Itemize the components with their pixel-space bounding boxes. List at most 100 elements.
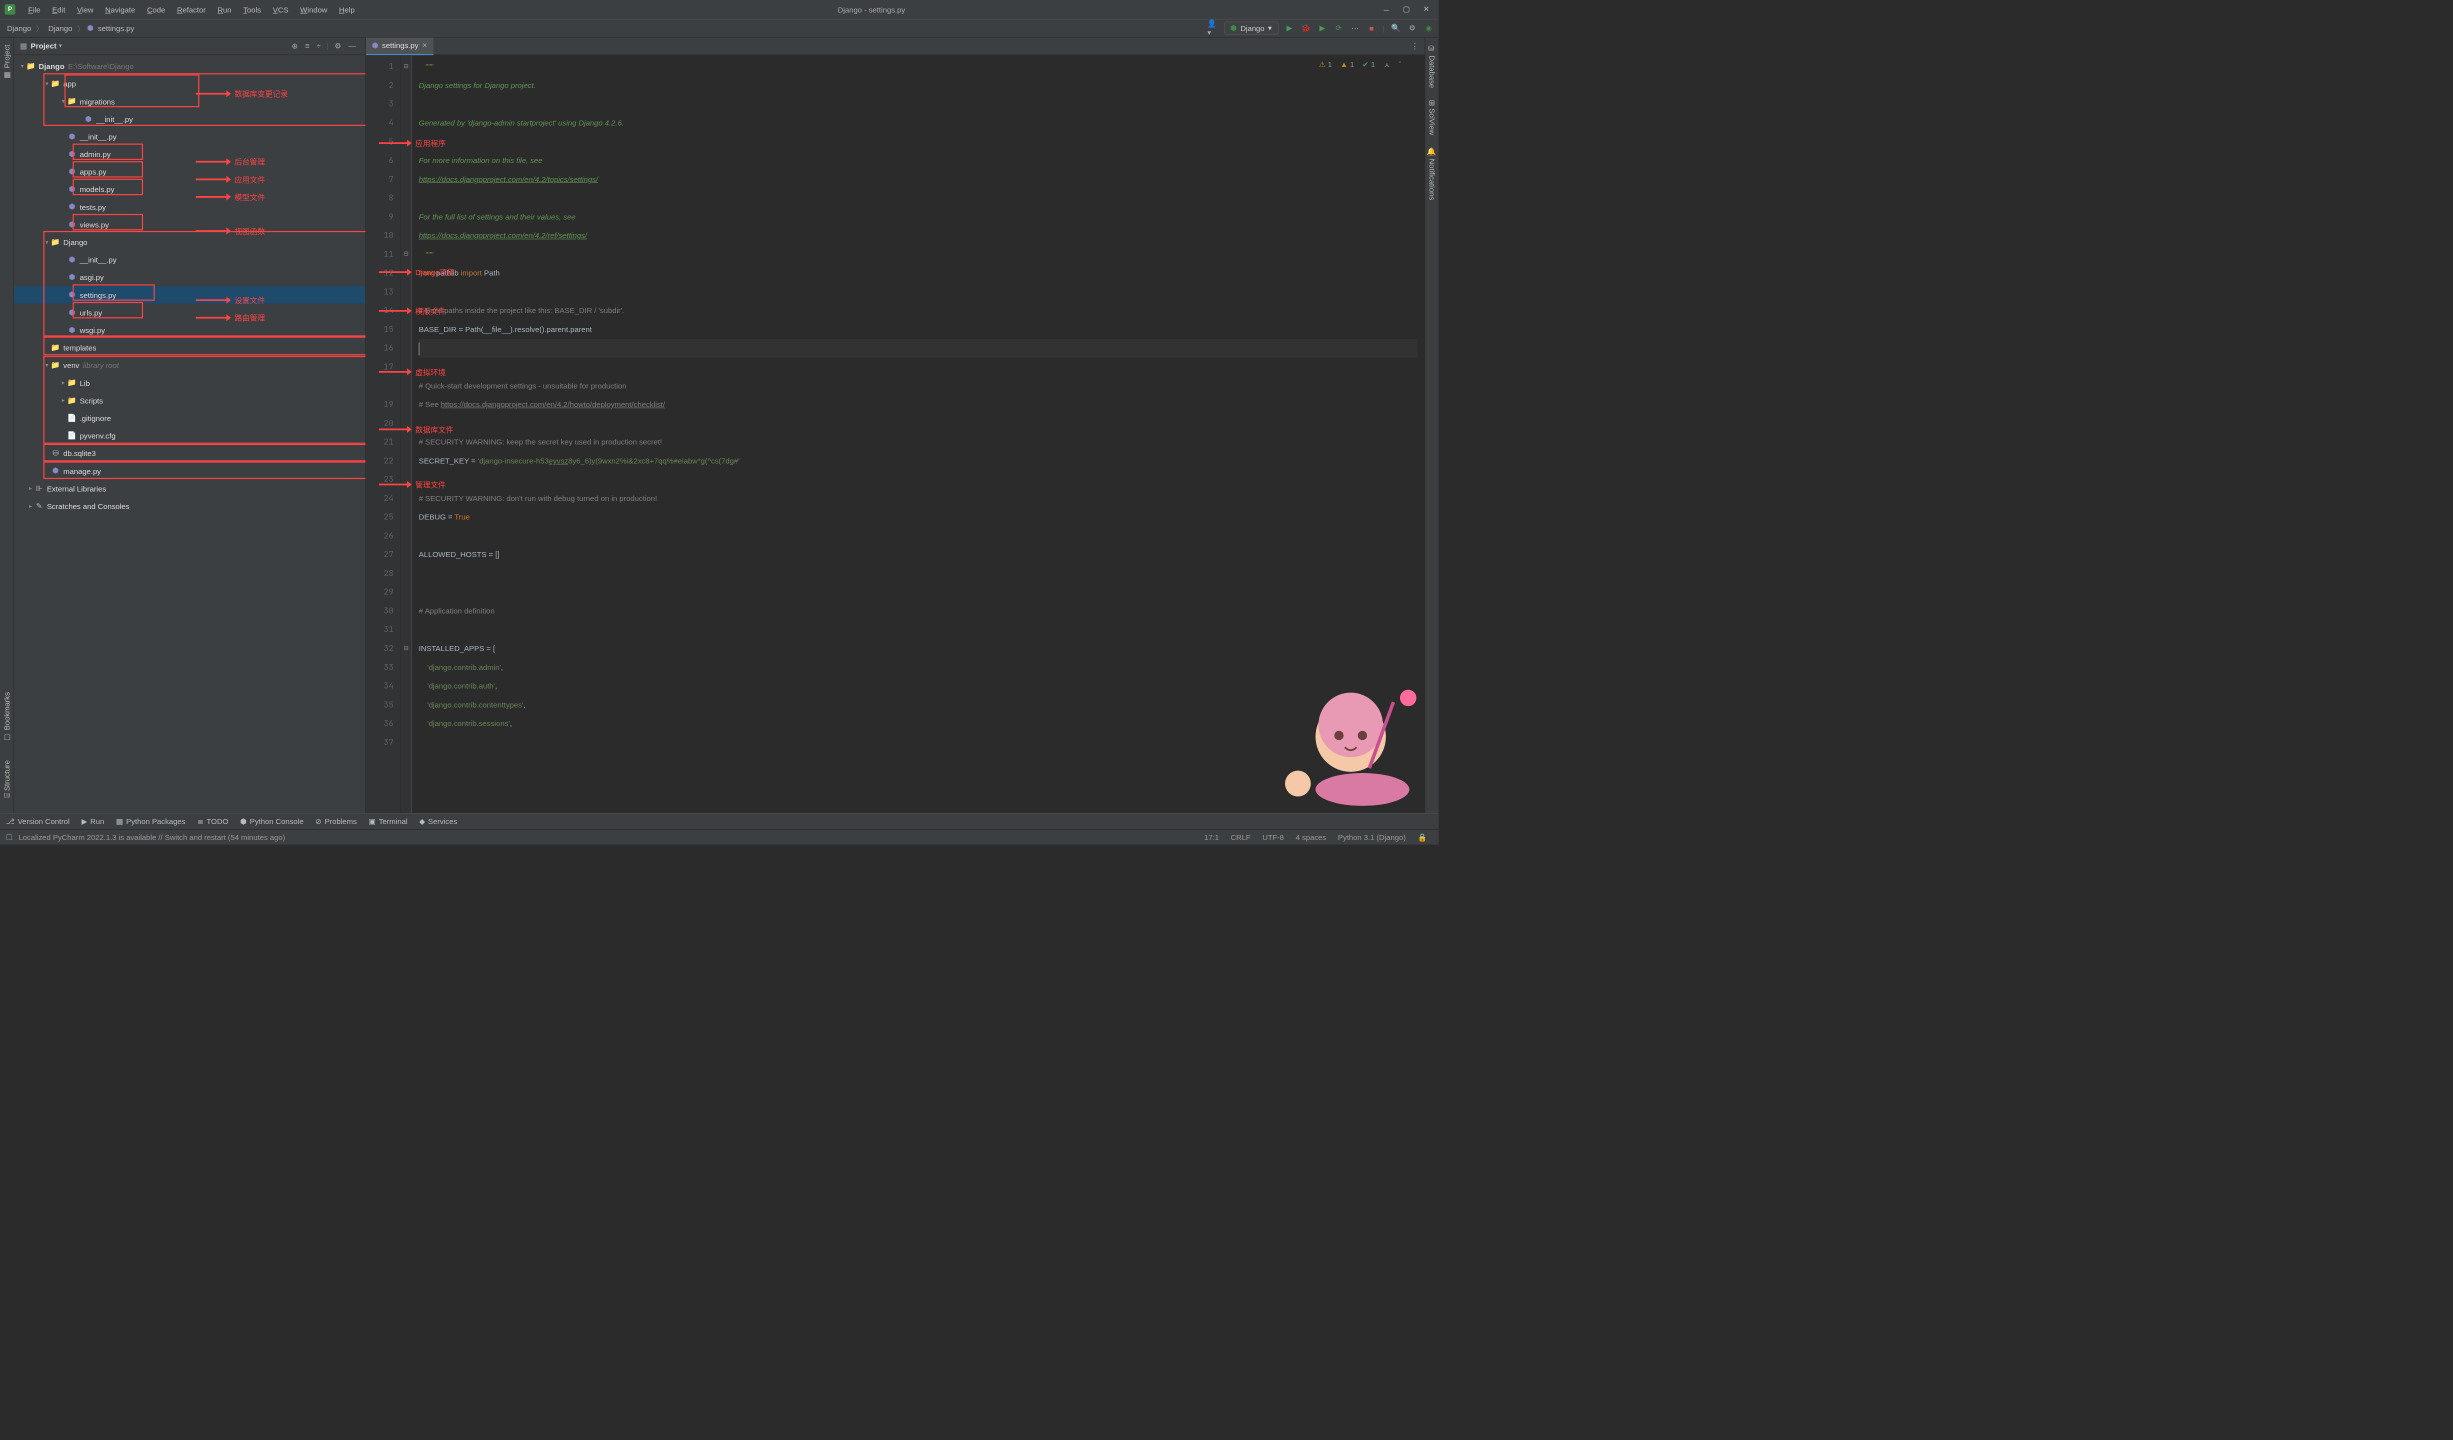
navigation-bar: Django 〉 Django 〉 ⬢ settings.py 👤▾ ⬢ Dja… — [0, 19, 1439, 38]
tab-more-icon[interactable]: ⋮ — [1405, 41, 1424, 50]
tree-item[interactable]: ▾📁venvlibrary root — [14, 357, 365, 375]
window-title: Django - settings.py — [361, 5, 1383, 14]
project-tool-button[interactable]: ▦ Project — [2, 41, 11, 83]
hide-icon[interactable]: — — [348, 42, 356, 51]
python-file-icon: ⬢ — [372, 41, 379, 50]
tree-item[interactable]: 📄.gitignore — [14, 409, 365, 427]
debug-icon[interactable]: 🐞 — [1301, 23, 1312, 32]
inspection-widget[interactable]: ⚠ 1 ▲ 1 ✔ 1 ㅅˇ — [1319, 59, 1401, 70]
status-message[interactable]: Localized PyCharm 2022.1.3 is available … — [13, 833, 291, 842]
app-logo-icon: P — [5, 4, 16, 15]
stop-icon[interactable]: ■ — [1366, 24, 1377, 33]
terminal-button[interactable]: ▣ Terminal — [369, 817, 408, 826]
lock-icon[interactable]: 🔒 — [1412, 833, 1433, 842]
breadcrumb-folder[interactable]: Django — [46, 24, 75, 33]
expand-icon[interactable]: ≡ — [305, 42, 309, 51]
python-console-button[interactable]: ⬢ Python Console — [240, 817, 303, 826]
indent-setting[interactable]: 4 spaces — [1290, 833, 1332, 842]
menu-vcs[interactable]: VCS — [267, 5, 294, 14]
tree-item[interactable]: ▸📁Scripts — [14, 392, 365, 410]
database-tool-button[interactable]: ⛁ Database — [1428, 41, 1437, 92]
breadcrumb-root[interactable]: Django — [5, 24, 34, 33]
breadcrumb-file[interactable]: settings.py — [95, 24, 136, 33]
tree-item[interactable]: ⬢views.py — [14, 216, 365, 234]
search-icon[interactable]: 🔍 — [1391, 23, 1402, 32]
tree-item[interactable]: ⬢admin.py — [14, 145, 365, 163]
tree-item[interactable]: ⬢manage.py — [14, 462, 365, 480]
tree-item[interactable]: ⬢urls.py — [14, 304, 365, 322]
python-file-icon: ⬢ — [87, 23, 94, 32]
problems-button[interactable]: ⊘ Problems — [315, 817, 357, 826]
coverage-icon[interactable]: ▶ — [1317, 23, 1328, 32]
todo-button[interactable]: ≣ TODO — [197, 817, 228, 826]
tree-item[interactable]: ⬢apps.py — [14, 163, 365, 181]
python-packages-button[interactable]: ▦ Python Packages — [116, 817, 185, 826]
tree-item[interactable]: ▸✎Scratches and Consoles — [14, 497, 365, 515]
version-control-button[interactable]: ⎇ Version Control — [6, 817, 70, 826]
tree-item[interactable]: ⬢tests.py — [14, 198, 365, 216]
code-editor[interactable]: """Django settings for Django project.Ge… — [412, 55, 1425, 813]
target-icon[interactable]: ⊕ — [292, 41, 298, 50]
collapse-icon[interactable]: ÷ — [317, 42, 321, 51]
tree-item[interactable]: ⬢settings.py — [14, 286, 365, 304]
more-run-icon[interactable]: ⋯ — [1350, 23, 1361, 32]
ide-logo-icon[interactable]: ◉ — [1423, 23, 1434, 32]
editor-tab-settings[interactable]: ⬢ settings.py ✕ — [366, 38, 433, 55]
run-config-selector[interactable]: ⬢ Django ▾ — [1224, 22, 1279, 35]
menu-window[interactable]: Window — [294, 5, 333, 14]
gear-icon[interactable]: ⚙ — [335, 41, 342, 50]
editor-tab-bar: ⬢ settings.py ✕ ⋮ — [366, 38, 1425, 56]
tree-item[interactable]: ⬢__init__.py — [14, 128, 365, 146]
menu-edit[interactable]: Edit — [46, 5, 71, 14]
close-icon[interactable]: ✕ — [1422, 5, 1430, 13]
bottom-tool-bar: ⎇ Version Control ▶ Run ▦ Python Package… — [0, 813, 1439, 829]
project-panel-title[interactable]: Project — [31, 42, 57, 51]
services-button[interactable]: ◆ Services — [419, 817, 457, 826]
tree-root[interactable]: ▾ 📁 Django E:\Software\Django — [14, 57, 365, 75]
menu-help[interactable]: Help — [333, 5, 360, 14]
tree-item[interactable]: 📁templates — [14, 339, 365, 357]
profile-icon[interactable]: ⟳ — [1333, 23, 1344, 32]
notifications-tool-button[interactable]: 🔔 Notifications — [1428, 144, 1437, 204]
menu-run[interactable]: Run — [212, 5, 238, 14]
tree-item[interactable]: 📄pyvenv.cfg — [14, 427, 365, 445]
menu-refactor[interactable]: Refactor — [171, 5, 212, 14]
menu-code[interactable]: Code — [141, 5, 171, 14]
structure-tool-button[interactable]: ⌸ Structure — [2, 756, 11, 801]
tree-item[interactable]: ⬢__init__.py — [14, 110, 365, 128]
interpreter[interactable]: Python 3.1 (Django) — [1332, 833, 1412, 842]
cursor-position[interactable]: 17:1 — [1198, 833, 1225, 842]
run-icon[interactable]: ▶ — [1284, 23, 1295, 32]
right-tool-strip: ⛁ Database ⊞ SciView 🔔 Notifications — [1425, 38, 1439, 813]
sciview-tool-button[interactable]: ⊞ SciView — [1428, 96, 1437, 139]
status-event-icon[interactable]: ☐ — [6, 833, 13, 842]
menu-file[interactable]: File — [22, 5, 46, 14]
close-tab-icon[interactable]: ✕ — [422, 42, 427, 50]
tree-item[interactable]: ▾📁Django — [14, 233, 365, 251]
tree-item[interactable]: ⛁db.sqlite3 — [14, 445, 365, 463]
tree-item[interactable]: ▸📁Lib — [14, 374, 365, 392]
run-tool-button[interactable]: ▶ Run — [81, 817, 104, 826]
menu-tools[interactable]: Tools — [237, 5, 267, 14]
tree-item[interactable]: ⬢asgi.py — [14, 269, 365, 287]
menu-view[interactable]: View — [71, 5, 99, 14]
bookmarks-tool-button[interactable]: ☐ Bookmarks — [2, 689, 11, 745]
maximize-icon[interactable]: ▢ — [1402, 5, 1410, 13]
menu-navigate[interactable]: Navigate — [99, 5, 141, 14]
left-tool-strip: ▦ Project ☐ Bookmarks ⌸ Structure — [0, 38, 14, 813]
file-encoding[interactable]: UTF-8 — [1256, 833, 1289, 842]
line-number-gutter[interactable]: 1234567891011121314151617192021222324252… — [366, 55, 401, 813]
user-icon[interactable]: 👤▾ — [1207, 19, 1218, 38]
project-tree[interactable]: ▾ 📁 Django E:\Software\Django ▾📁app▾📁mig… — [14, 55, 365, 813]
tree-item[interactable]: ⬢__init__.py — [14, 251, 365, 269]
minimize-icon[interactable]: ─ — [1382, 5, 1390, 13]
tree-item[interactable]: ⬢models.py — [14, 181, 365, 199]
tree-item[interactable]: ▾📁migrations — [14, 93, 365, 111]
tree-item[interactable]: ▾📁app — [14, 75, 365, 93]
tree-item[interactable]: ⬢wsgi.py — [14, 321, 365, 339]
settings-icon[interactable]: ⚙ — [1407, 23, 1418, 32]
tree-item[interactable]: ▸⊪External Libraries — [14, 480, 365, 498]
project-panel: ▦ Project ▾ ⊕ ≡ ÷ | ⚙ — ▾ 📁 Django E:\So… — [14, 38, 366, 813]
fold-gutter[interactable]: ⊟⊟⊟ — [401, 55, 412, 813]
line-separator[interactable]: CRLF — [1225, 833, 1257, 842]
